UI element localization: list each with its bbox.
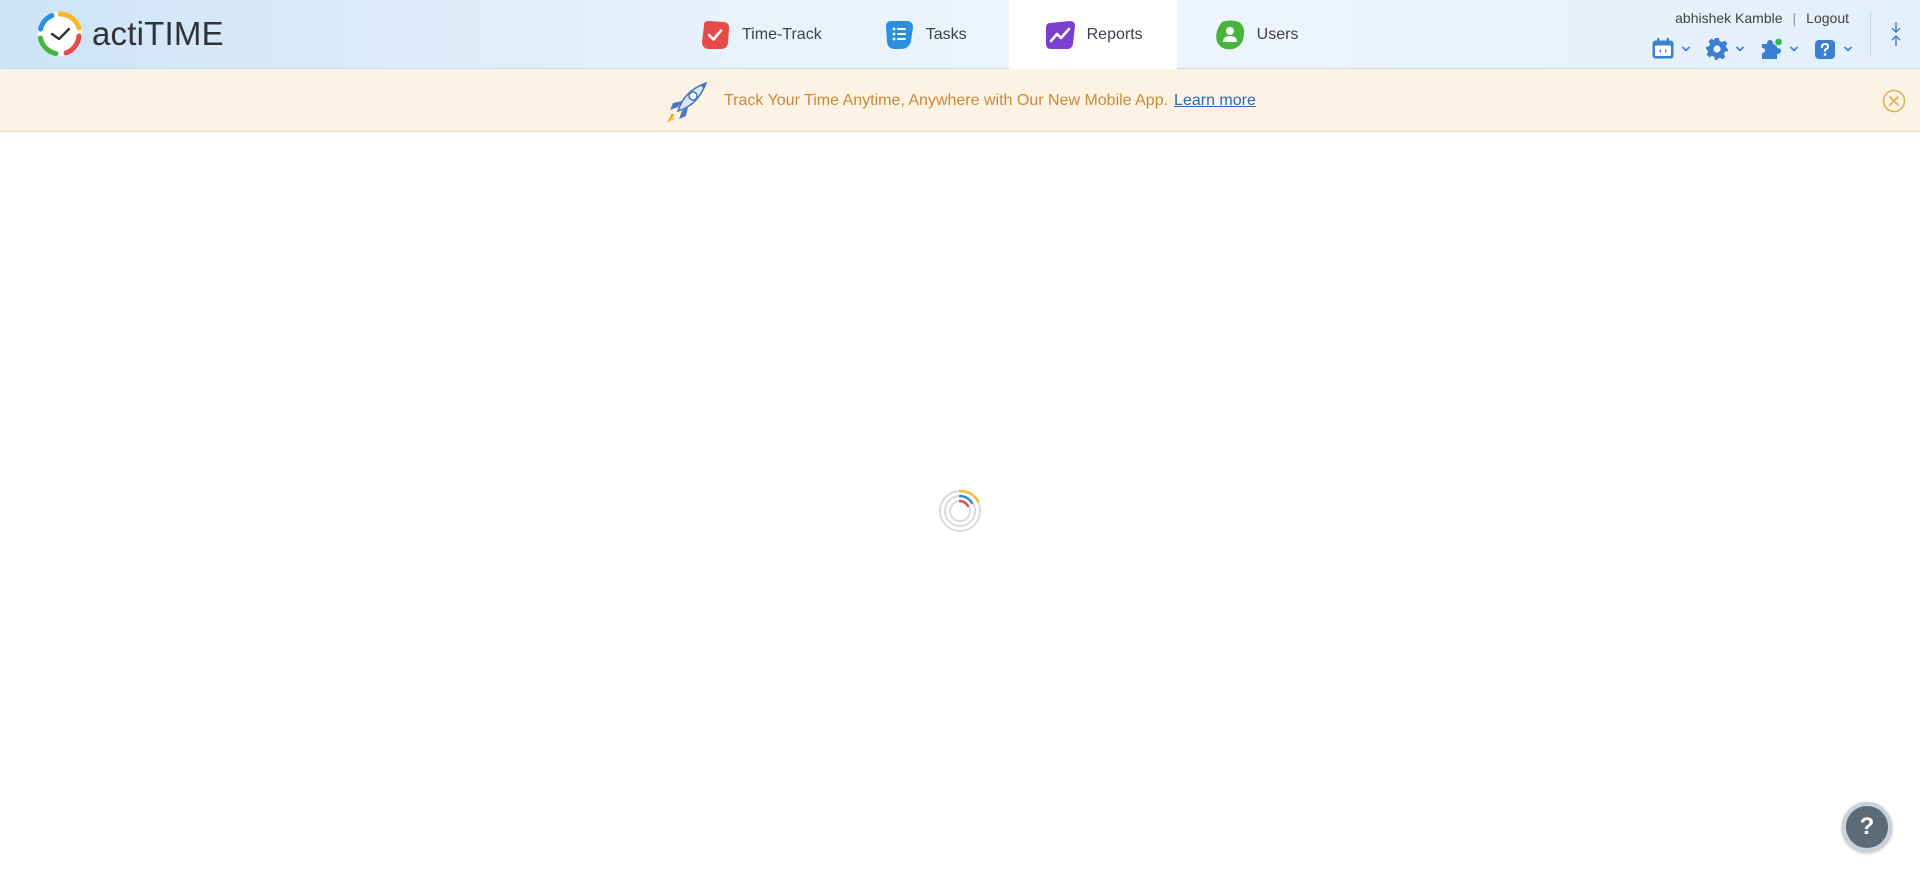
chevron-down-icon bbox=[1735, 46, 1745, 52]
users-icon bbox=[1215, 20, 1244, 49]
user-name[interactable]: abhishek Kamble bbox=[1675, 10, 1782, 26]
puzzle-icon bbox=[1762, 37, 1783, 59]
calendar-icon bbox=[1652, 38, 1674, 59]
app-name: actiTIME bbox=[92, 15, 224, 52]
help-fab-label: ? bbox=[1859, 813, 1875, 840]
loading-spinner-icon bbox=[939, 489, 981, 532]
help-chat-button[interactable]: ? bbox=[1842, 802, 1892, 852]
learn-more-link[interactable]: Learn more bbox=[1174, 92, 1256, 110]
reports-icon bbox=[1045, 20, 1075, 49]
help-icon bbox=[1815, 40, 1835, 59]
user-bar: abhishek Kamble | Logout bbox=[1675, 8, 1849, 28]
calendar-menu-button[interactable] bbox=[1651, 37, 1691, 61]
tasks-icon bbox=[885, 20, 913, 49]
nav-label-time-track: Time-Track bbox=[742, 25, 822, 43]
chevron-down-icon bbox=[1843, 46, 1853, 52]
nav-tab-reports[interactable]: Reports bbox=[1008, 0, 1177, 69]
collapse-header-button[interactable] bbox=[1870, 12, 1920, 56]
banner-text: Track Your Time Anytime, Anywhere with O… bbox=[724, 92, 1169, 109]
chevron-down-icon bbox=[1789, 46, 1799, 52]
chevron-down-icon bbox=[1681, 46, 1691, 52]
mobile-app-banner: Track Your Time Anytime, Anywhere with O… bbox=[0, 69, 1920, 132]
close-icon[interactable] bbox=[1882, 89, 1906, 113]
gear-icon bbox=[1706, 38, 1728, 60]
addons-menu-button[interactable] bbox=[1759, 37, 1799, 61]
nav-label-tasks: Tasks bbox=[925, 25, 967, 43]
app-logo[interactable]: actiTIME bbox=[36, 10, 224, 58]
nav-label-reports: Reports bbox=[1086, 25, 1143, 43]
nav-tab-time-track[interactable]: Time-Track bbox=[672, 0, 856, 69]
rocket-icon bbox=[667, 81, 708, 123]
actitime-logo-icon bbox=[37, 11, 82, 57]
toolbar-icons bbox=[1637, 36, 1853, 62]
time-track-icon bbox=[702, 20, 730, 49]
settings-menu-button[interactable] bbox=[1705, 37, 1745, 61]
top-bar: actiTIME Time-Track Tasks Reports Users … bbox=[0, 0, 1920, 69]
nav-label-users: Users bbox=[1256, 25, 1299, 43]
collapse-arrows-icon bbox=[1891, 22, 1900, 46]
banner-content: Track Your Time Anytime, Anywhere with O… bbox=[664, 79, 1256, 123]
help-menu-button[interactable] bbox=[1813, 37, 1853, 61]
logout-link[interactable]: Logout bbox=[1806, 10, 1849, 26]
main-nav: Time-Track Tasks Reports Users bbox=[672, 0, 1324, 69]
nav-tab-users[interactable]: Users bbox=[1177, 0, 1325, 69]
user-bar-separator: | bbox=[1792, 10, 1797, 26]
nav-tab-tasks[interactable]: Tasks bbox=[856, 0, 1009, 69]
